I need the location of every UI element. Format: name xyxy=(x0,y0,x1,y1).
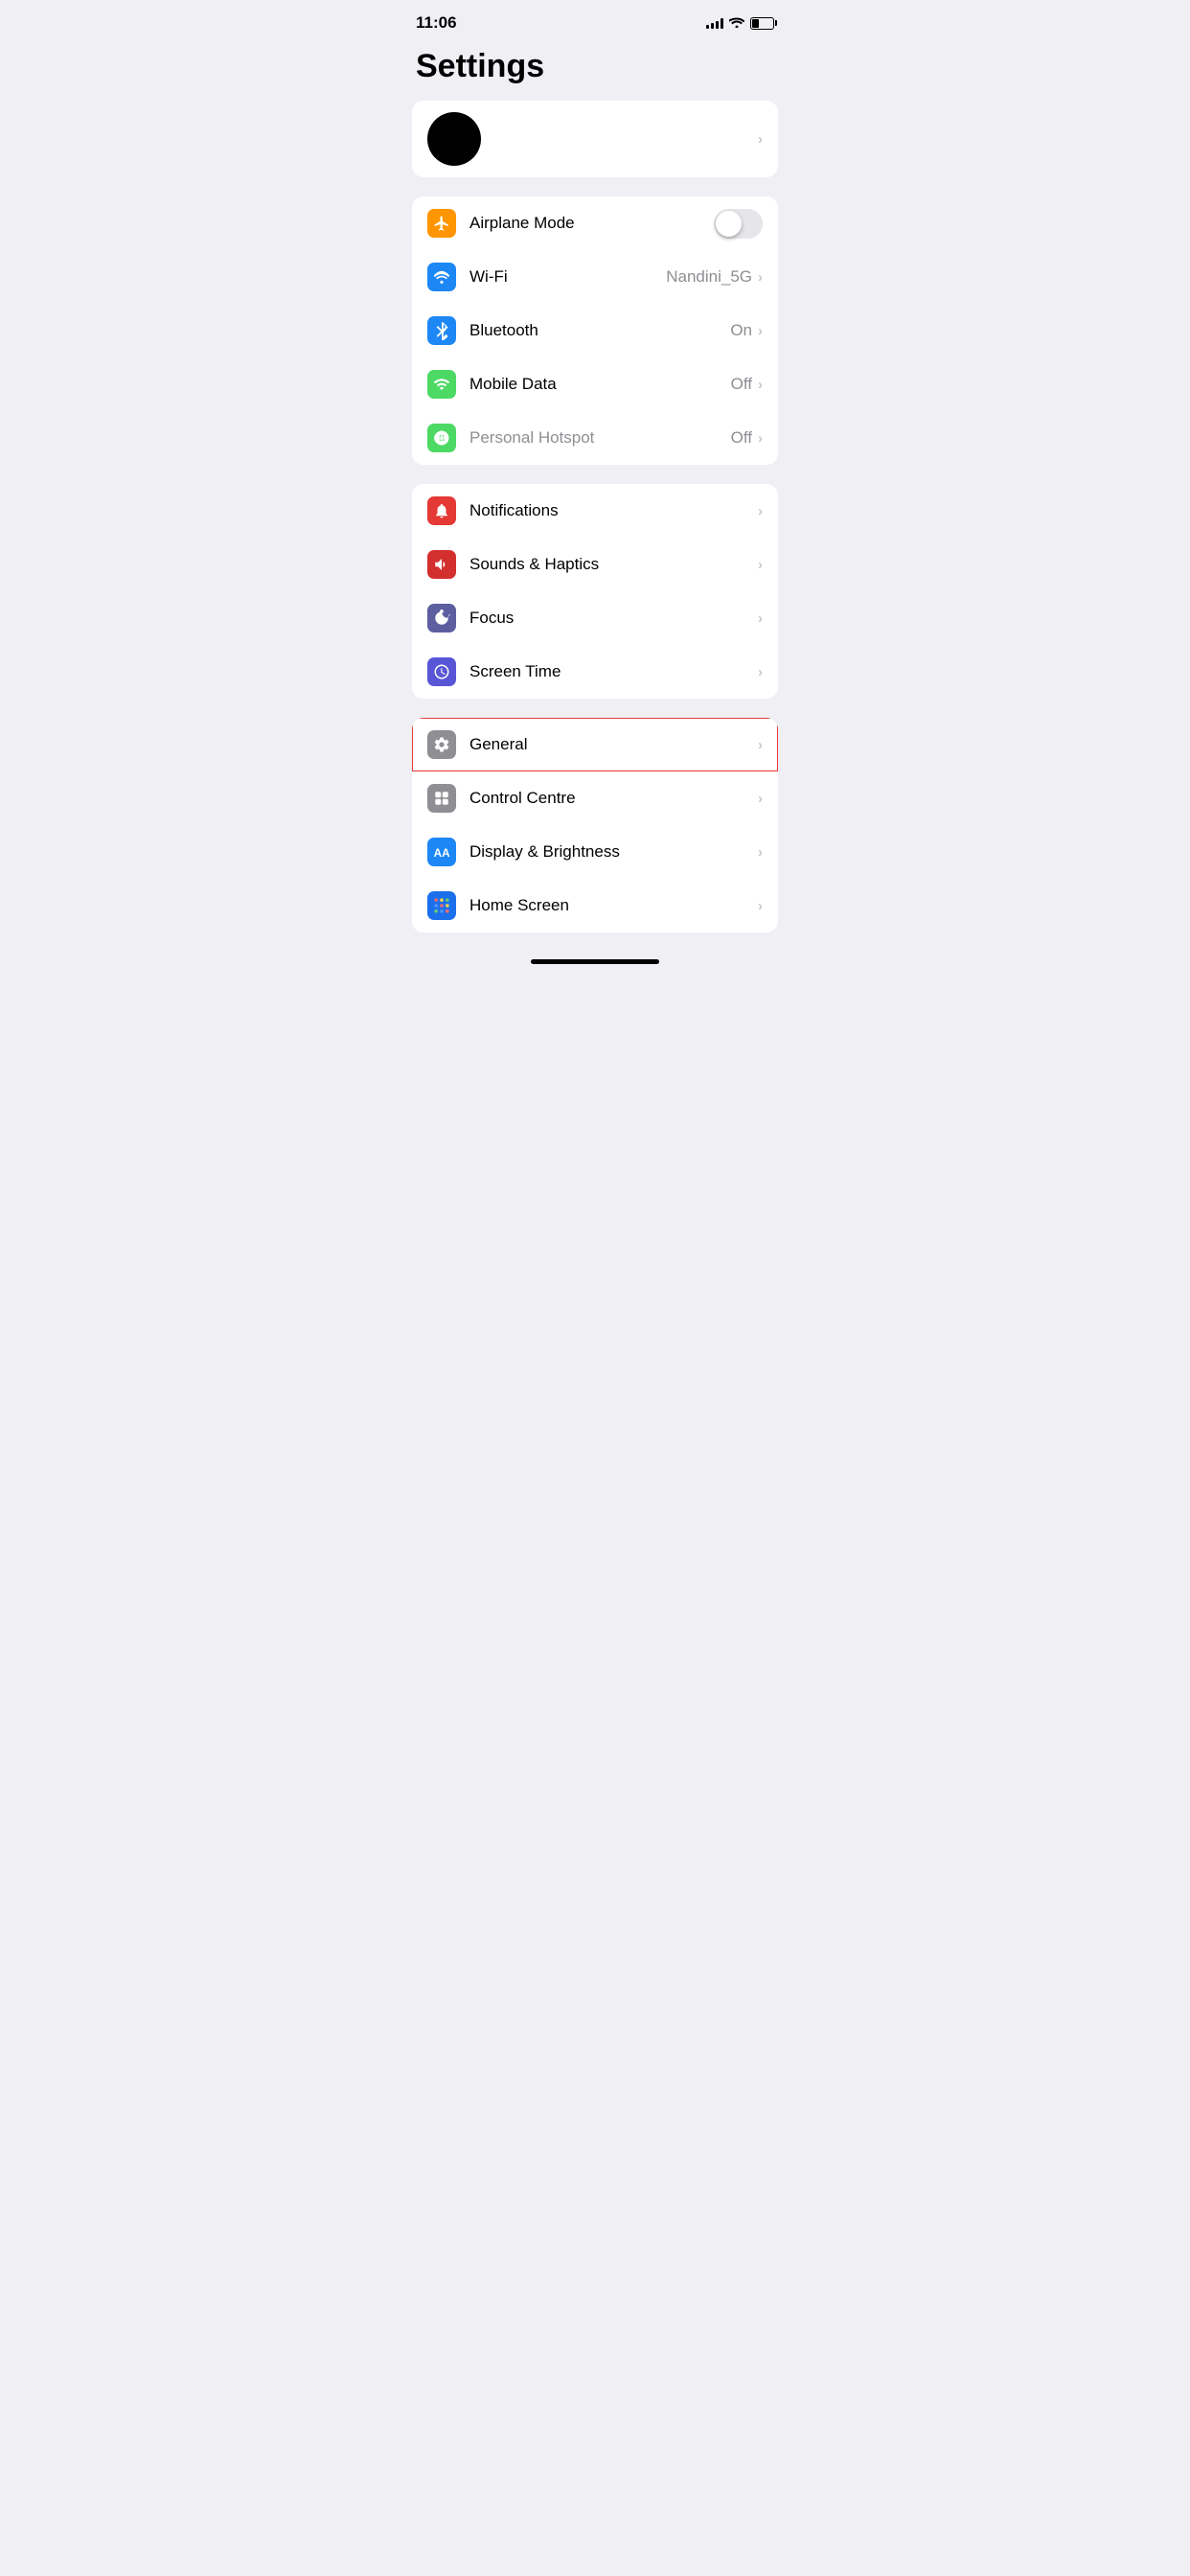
wifi-status-icon xyxy=(729,16,744,31)
svg-text:AA: AA xyxy=(434,847,450,860)
screen-time-icon xyxy=(427,657,456,686)
airplane-mode-icon xyxy=(427,209,456,238)
bluetooth-chevron: › xyxy=(758,323,763,339)
avatar xyxy=(427,112,481,166)
sounds-icon xyxy=(427,550,456,579)
home-indicator xyxy=(397,952,793,968)
focus-item[interactable]: Focus › xyxy=(412,591,778,645)
general-label: General xyxy=(469,735,758,754)
notifications-chevron: › xyxy=(758,503,763,519)
general-item[interactable]: General › xyxy=(412,718,778,771)
wifi-item[interactable]: Wi-Fi Nandini_5G › xyxy=(412,250,778,304)
notifications-label: Notifications xyxy=(469,501,758,520)
focus-chevron: › xyxy=(758,610,763,627)
bluetooth-icon xyxy=(427,316,456,345)
wifi-chevron: › xyxy=(758,269,763,286)
status-time: 11:06 xyxy=(416,13,457,33)
sounds-label: Sounds & Haptics xyxy=(469,555,758,574)
mobile-data-label: Mobile Data xyxy=(469,375,731,394)
mobile-data-item[interactable]: Mobile Data Off › xyxy=(412,357,778,411)
home-screen-chevron: › xyxy=(758,898,763,914)
battery-icon xyxy=(750,17,774,30)
home-screen-label: Home Screen xyxy=(469,896,758,915)
focus-label: Focus xyxy=(469,609,758,628)
airplane-mode-item[interactable]: Airplane Mode xyxy=(412,196,778,250)
notifications-item[interactable]: Notifications › xyxy=(412,484,778,538)
focus-icon xyxy=(427,604,456,632)
hotspot-item[interactable]: Personal Hotspot Off › xyxy=(412,411,778,465)
hotspot-label: Personal Hotspot xyxy=(469,428,731,448)
hotspot-chevron: › xyxy=(758,430,763,447)
sounds-item[interactable]: Sounds & Haptics › xyxy=(412,538,778,591)
mobile-data-chevron: › xyxy=(758,377,763,393)
wifi-label: Wi-Fi xyxy=(469,267,666,287)
control-centre-label: Control Centre xyxy=(469,789,758,808)
mobile-data-icon xyxy=(427,370,456,399)
home-screen-item[interactable]: Home Screen › xyxy=(412,879,778,932)
device-group: General › Control Centre › AA Display & … xyxy=(412,718,778,932)
screen-time-chevron: › xyxy=(758,664,763,680)
hotspot-icon xyxy=(427,424,456,452)
profile-item[interactable]: › xyxy=(412,101,778,177)
wifi-value: Nandini_5G xyxy=(666,267,752,287)
display-brightness-label: Display & Brightness xyxy=(469,842,758,862)
general-icon xyxy=(427,730,456,759)
bluetooth-label: Bluetooth xyxy=(469,321,730,340)
hotspot-value: Off xyxy=(731,428,752,448)
home-bar xyxy=(531,959,659,964)
control-centre-icon xyxy=(427,784,456,813)
display-brightness-icon: AA xyxy=(427,838,456,866)
status-icons xyxy=(706,16,774,31)
home-screen-icon xyxy=(427,891,456,920)
bluetooth-value: On xyxy=(730,321,752,340)
sounds-chevron: › xyxy=(758,557,763,573)
screen-time-item[interactable]: Screen Time › xyxy=(412,645,778,699)
general-chevron: › xyxy=(758,737,763,753)
status-bar: 11:06 xyxy=(397,0,793,40)
notifications-icon xyxy=(427,496,456,525)
wifi-icon xyxy=(427,263,456,291)
network-group: Airplane Mode Wi-Fi Nandini_5G › Bluetoo… xyxy=(412,196,778,465)
page-title-container: Settings xyxy=(397,40,793,101)
control-centre-chevron: › xyxy=(758,791,763,807)
system-group: Notifications › Sounds & Haptics › Focus… xyxy=(412,484,778,699)
bluetooth-item[interactable]: Bluetooth On › xyxy=(412,304,778,357)
control-centre-item[interactable]: Control Centre › xyxy=(412,771,778,825)
display-brightness-item[interactable]: AA Display & Brightness › xyxy=(412,825,778,879)
signal-icon xyxy=(706,17,723,29)
mobile-data-value: Off xyxy=(731,375,752,394)
page-title: Settings xyxy=(416,48,774,85)
display-brightness-chevron: › xyxy=(758,844,763,861)
airplane-mode-label: Airplane Mode xyxy=(469,214,714,233)
screen-time-label: Screen Time xyxy=(469,662,758,681)
profile-chevron: › xyxy=(758,131,763,148)
airplane-mode-toggle[interactable] xyxy=(714,209,763,239)
